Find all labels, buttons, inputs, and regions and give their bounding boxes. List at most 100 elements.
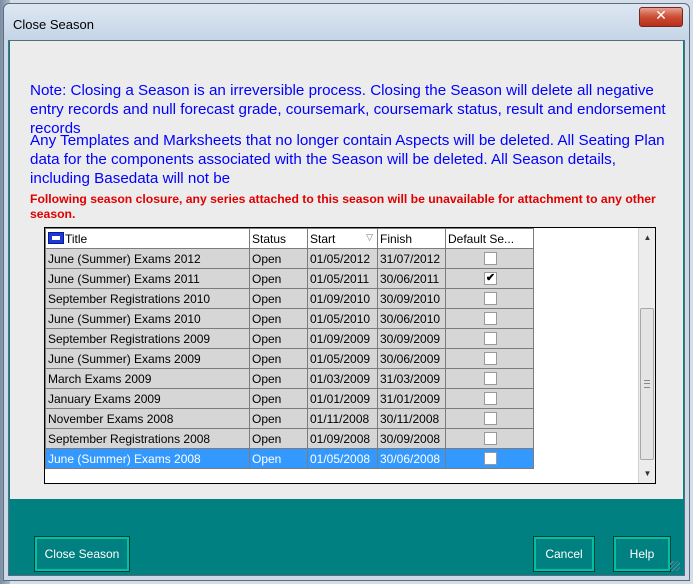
- cell-title: March Exams 2009: [45, 368, 250, 389]
- dialog-client-area: Note: Closing a Season is an irreversibl…: [8, 40, 685, 576]
- cell-finish: 31/01/2009: [377, 388, 446, 409]
- cell-finish: 30/06/2011: [377, 268, 446, 289]
- cell-title: September Registrations 2008: [45, 428, 250, 449]
- cell-start: 01/09/2008: [307, 428, 378, 449]
- cell-finish: 30/06/2008: [377, 448, 446, 469]
- default-season-checkbox[interactable]: [484, 372, 497, 385]
- cell-default: [445, 348, 534, 369]
- table-row[interactable]: June (Summer) Exams 2009 Open 01/05/2009 30…: [45, 348, 534, 369]
- cell-finish: 30/09/2008: [377, 428, 446, 449]
- table-row[interactable]: January Exams 2009 Open 01/01/2009 31/01/20…: [45, 388, 534, 409]
- scroll-thumb[interactable]: [640, 308, 654, 460]
- cell-start: 01/03/2009: [307, 368, 378, 389]
- cell-finish: 30/11/2008: [377, 408, 446, 429]
- cell-title: June (Summer) Exams 2011: [45, 268, 250, 289]
- cell-status: Open: [249, 428, 308, 449]
- cell-default: [445, 328, 534, 349]
- default-season-checkbox[interactable]: [484, 332, 497, 345]
- table-row[interactable]: September Registrations 2010 Open 01/09/20…: [45, 288, 534, 309]
- default-season-checkbox[interactable]: [484, 292, 497, 305]
- column-header-status[interactable]: Status: [249, 228, 308, 249]
- cell-finish: 30/09/2009: [377, 328, 446, 349]
- cell-title: June (Summer) Exams 2010: [45, 308, 250, 329]
- cell-start: 01/05/2011: [307, 268, 378, 289]
- table-row[interactable]: June (Summer) Exams 2008 Open 01/05/2008 30…: [45, 448, 534, 469]
- column-label: Start: [310, 231, 336, 246]
- cell-title: November Exams 2008: [45, 408, 250, 429]
- cell-start: 01/05/2008: [307, 448, 378, 469]
- column-label: Finish: [380, 231, 413, 246]
- table-row[interactable]: June (Summer) Exams 2010 Open 01/05/2010 30…: [45, 308, 534, 329]
- cell-default: [445, 448, 534, 469]
- season-grid[interactable]: Title Status Start ▽ Finish Default Se...…: [44, 227, 656, 484]
- default-season-checkbox[interactable]: [484, 392, 497, 405]
- cell-finish: 31/03/2009: [377, 368, 446, 389]
- cell-default: [445, 428, 534, 449]
- table-icon: [48, 231, 64, 244]
- cell-title: June (Summer) Exams 2012: [45, 248, 250, 269]
- default-season-checkbox-checked[interactable]: ✔: [484, 272, 497, 285]
- cell-default: ✔: [445, 268, 534, 289]
- cell-finish: 30/06/2010: [377, 308, 446, 329]
- cell-status: Open: [249, 248, 308, 269]
- column-header-finish[interactable]: Finish: [377, 228, 446, 249]
- default-season-checkbox[interactable]: [484, 252, 497, 265]
- table-row[interactable]: September Registrations 2008 Open 01/09/20…: [45, 428, 534, 449]
- cell-default: [445, 388, 534, 409]
- column-header-default[interactable]: Default Se...: [445, 228, 534, 249]
- default-season-checkbox[interactable]: [484, 412, 497, 425]
- table-row[interactable]: March Exams 2009 Open 01/03/2009 31/03/2009: [45, 368, 534, 389]
- cell-title: September Registrations 2010: [45, 288, 250, 309]
- close-season-dialog: Close Season ✕ Note: Closing a Season is…: [3, 3, 690, 581]
- table-row[interactable]: November Exams 2008 Open 01/11/2008 30/11/2…: [45, 408, 534, 429]
- irreversible-note: Note: Closing a Season is an irreversibl…: [30, 82, 666, 137]
- column-label: Default Se...: [448, 231, 515, 246]
- cell-default: [445, 308, 534, 329]
- scroll-up-arrow-icon[interactable]: ▲: [639, 229, 656, 246]
- title-bar[interactable]: Close Season ✕: [4, 4, 689, 40]
- sort-arrow-icon: ▽: [366, 231, 373, 242]
- help-button[interactable]: Help: [613, 536, 671, 572]
- cell-default: [445, 248, 534, 269]
- cell-start: 01/05/2009: [307, 348, 378, 369]
- column-header-title[interactable]: Title: [45, 228, 250, 249]
- cell-title: June (Summer) Exams 2009: [45, 348, 250, 369]
- default-season-checkbox[interactable]: [484, 452, 497, 465]
- close-icon: ✕: [655, 8, 667, 24]
- grid-panel: Title Status Start ▽ Finish Default Se...…: [10, 227, 683, 499]
- close-season-button[interactable]: Close Season: [34, 536, 130, 572]
- cell-start: 01/05/2010: [307, 308, 378, 329]
- cell-status: Open: [249, 328, 308, 349]
- cell-status: Open: [249, 448, 308, 469]
- column-label: Status: [252, 231, 287, 246]
- cell-start: 01/11/2008: [307, 408, 378, 429]
- default-season-checkbox[interactable]: [484, 352, 497, 365]
- cell-start: 01/09/2010: [307, 288, 378, 309]
- window-close-button[interactable]: ✕: [639, 7, 683, 27]
- header-row: Title Status Start ▽ Finish Default Se...: [45, 228, 534, 249]
- table-row[interactable]: June (Summer) Exams 2011 Open 01/05/2011 30…: [45, 268, 534, 289]
- default-season-checkbox[interactable]: [484, 312, 497, 325]
- cell-title: June (Summer) Exams 2008: [45, 448, 250, 469]
- window-title: Close Season: [13, 17, 94, 32]
- cell-status: Open: [249, 368, 308, 389]
- resize-grip[interactable]: [670, 561, 680, 571]
- cell-title: September Registrations 2009: [45, 328, 250, 349]
- season-table: Title Status Start ▽ Finish Default Se...…: [45, 228, 534, 469]
- column-header-start[interactable]: Start ▽: [307, 228, 378, 249]
- cell-status: Open: [249, 288, 308, 309]
- cell-default: [445, 368, 534, 389]
- cell-start: 01/05/2012: [307, 248, 378, 269]
- scroll-grip-icon: [644, 380, 650, 388]
- cancel-button[interactable]: Cancel: [533, 536, 595, 572]
- cell-status: Open: [249, 408, 308, 429]
- templates-note: Any Templates and Marksheets that no lon…: [30, 132, 665, 187]
- table-row[interactable]: September Registrations 2009 Open 01/09/20…: [45, 328, 534, 349]
- cell-start: 01/09/2009: [307, 328, 378, 349]
- default-season-checkbox[interactable]: [484, 432, 497, 445]
- vertical-scrollbar[interactable]: ▲ ▼: [638, 228, 655, 483]
- cell-status: Open: [249, 348, 308, 369]
- scroll-down-arrow-icon[interactable]: ▼: [639, 465, 656, 482]
- table-row[interactable]: June (Summer) Exams 2012 Open 01/05/2012 31…: [45, 248, 534, 269]
- cell-status: Open: [249, 268, 308, 289]
